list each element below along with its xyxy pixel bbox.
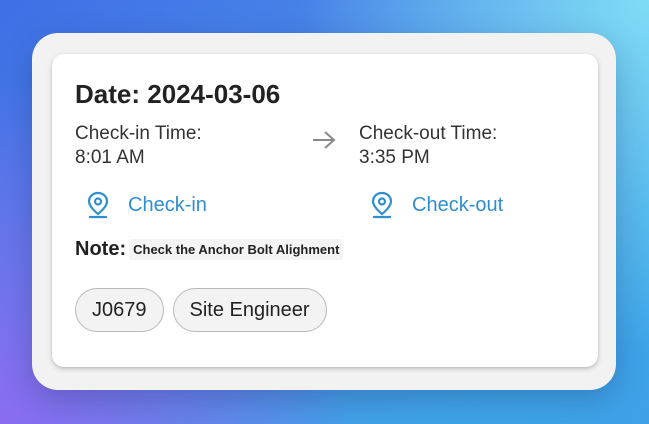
checkin-location-link[interactable]: Check-in (86, 191, 207, 219)
checkin-time-label: Check-in Time: (75, 123, 202, 144)
arrow-right-icon (313, 131, 336, 149)
note-text: Check the Anchor Bolt Alighment (129, 239, 344, 260)
note-row: Note: Check the Anchor Bolt Alighment (75, 238, 344, 261)
checkout-location-link[interactable]: Check-out (370, 191, 503, 219)
checkin-link-label: Check-in (128, 193, 207, 216)
checkin-time-value: 8:01 AM (75, 147, 145, 168)
note-label: Note: (75, 238, 127, 260)
checkout-time-value: 3:35 PM (359, 147, 430, 168)
checkout-time-block: Check-out Time: 3:35 PM (359, 122, 497, 170)
checkout-link-label: Check-out (412, 193, 504, 216)
location-pin-icon (87, 191, 109, 219)
role-chip[interactable]: Site Engineer (172, 288, 327, 332)
outer-panel: Date: 2024-03-06 Check-in Time: 8:01 AM … (32, 33, 616, 390)
checkin-time-block: Check-in Time: 8:01 AM (75, 122, 202, 170)
date-heading: Date: 2024-03-06 (75, 79, 281, 109)
checkout-time-label: Check-out Time: (359, 123, 498, 144)
attendance-card: Date: 2024-03-06 Check-in Time: 8:01 AM … (52, 54, 598, 367)
location-pin-icon (371, 191, 393, 219)
chip-row: J0679 Site Engineer (75, 288, 336, 332)
job-code-chip[interactable]: J0679 (75, 288, 164, 332)
